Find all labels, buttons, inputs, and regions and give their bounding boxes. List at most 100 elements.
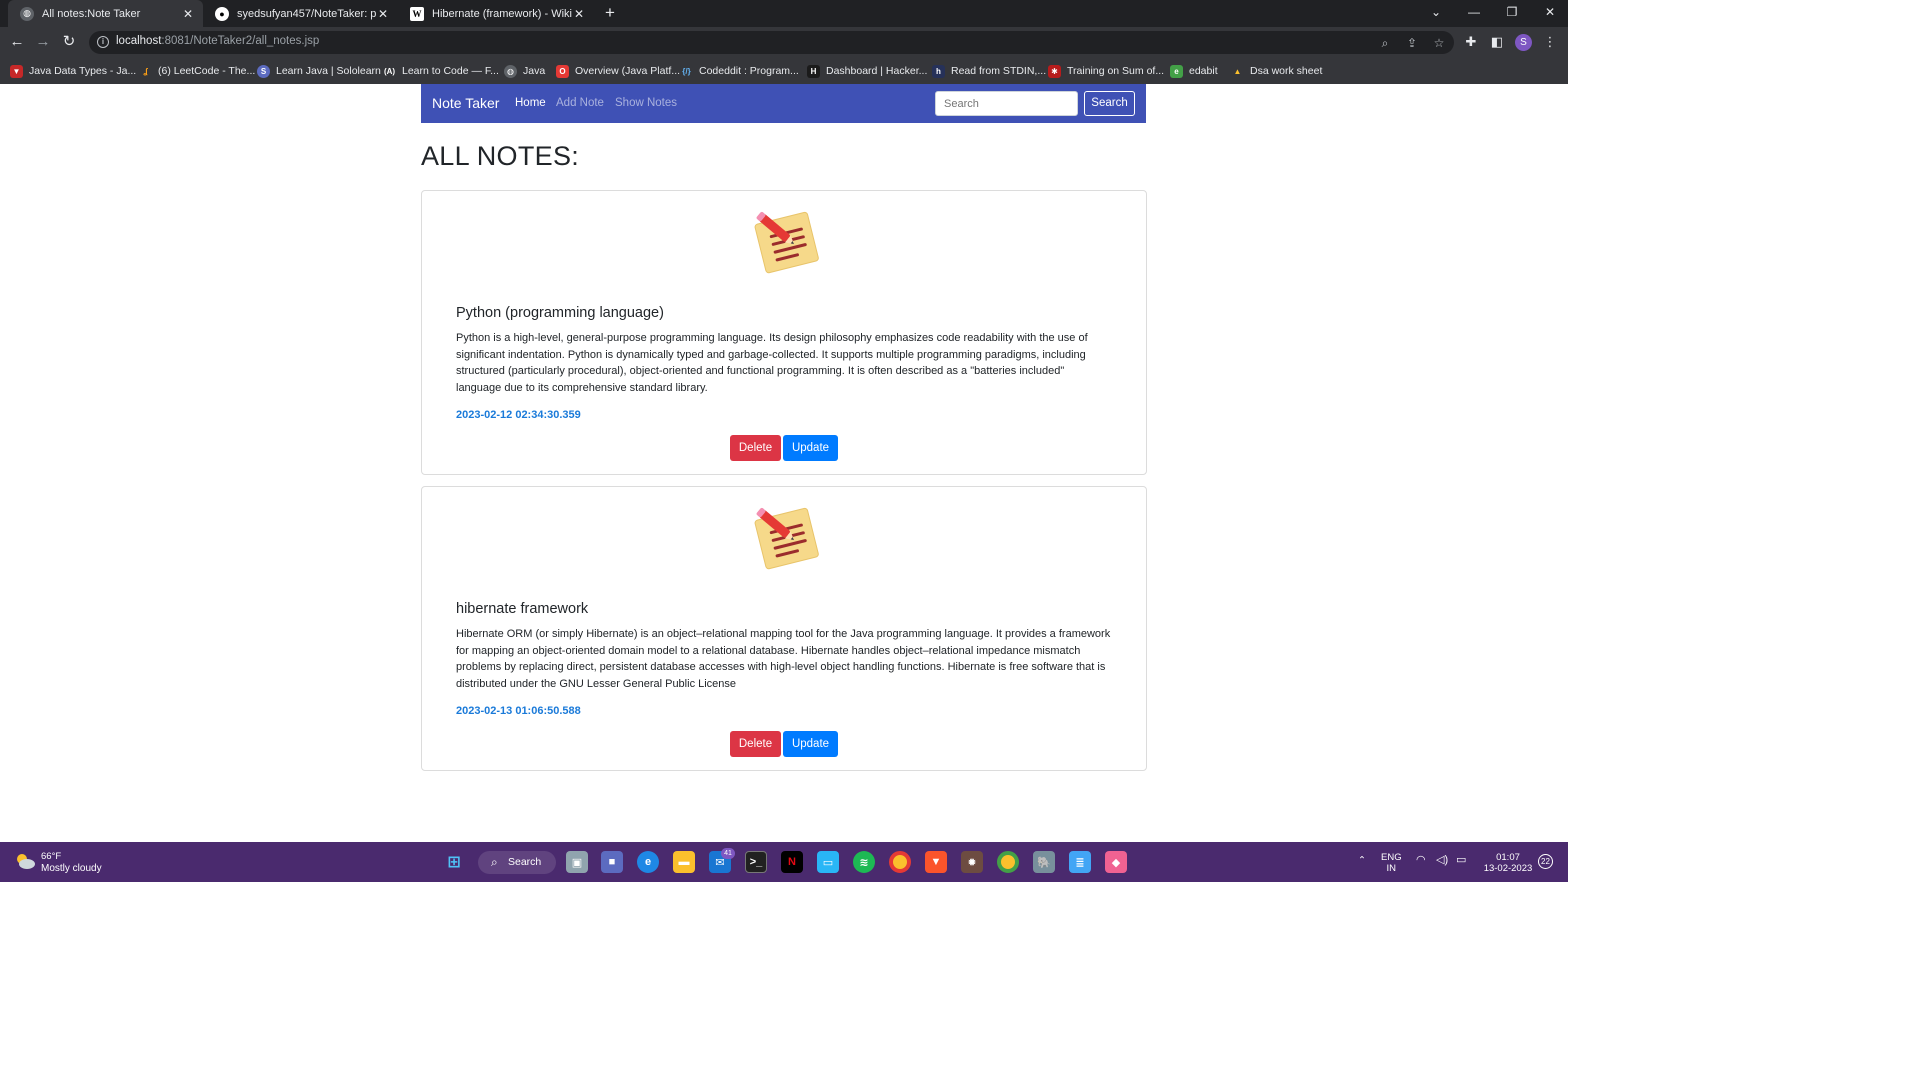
spotify-icon[interactable]: ≋ bbox=[853, 851, 875, 873]
site-info-icon[interactable]: i bbox=[97, 36, 109, 48]
bookmark-item[interactable]: h Read from STDIN,... bbox=[932, 63, 1046, 79]
task-view-icon[interactable]: ▣ bbox=[566, 851, 588, 873]
battery-icon[interactable]: ▭ bbox=[1456, 855, 1466, 866]
bookmark-label: Java bbox=[523, 65, 546, 77]
brave-icon[interactable]: ▼ bbox=[925, 851, 947, 873]
windows-taskbar: 66°F Mostly cloudy ⊞ ⌕ Search ▣ ■ e ▬ ✉ 4… bbox=[0, 842, 1568, 882]
share-icon[interactable]: ⇪ bbox=[1404, 35, 1420, 51]
chrome-icon[interactable] bbox=[889, 851, 911, 873]
clock[interactable]: 01:07 13-02-2023 bbox=[1482, 852, 1534, 874]
delete-button[interactable]: Delete bbox=[730, 435, 781, 461]
freecodecamp-icon: (A) bbox=[383, 64, 396, 78]
bookmark-item[interactable]: S Learn Java | Sololearn bbox=[257, 63, 381, 79]
side-panel-icon[interactable]: ◧ bbox=[1488, 33, 1506, 51]
navbar-brand[interactable]: Note Taker bbox=[432, 95, 499, 111]
wikipedia-icon: W bbox=[410, 6, 424, 21]
bookmark-label: Overview (Java Platf... bbox=[575, 65, 681, 77]
bookmark-item[interactable]: H Dashboard | Hacker... bbox=[807, 63, 927, 79]
globe-icon: ◍ bbox=[20, 6, 34, 21]
search-icon: ⌕ bbox=[491, 855, 498, 869]
netflix-icon[interactable]: N bbox=[781, 851, 803, 873]
url-path: :8081/NoteTaker2/all_notes.jsp bbox=[161, 35, 320, 47]
url-text[interactable]: localhost:8081/NoteTaker2/all_notes.jsp bbox=[116, 35, 319, 47]
bookmark-label: (6) LeetCode - The... bbox=[158, 65, 256, 77]
app-gear-icon[interactable]: ✹ bbox=[961, 851, 983, 873]
volume-icon[interactable]: ◁) bbox=[1436, 855, 1448, 866]
notification-badge[interactable]: 22 bbox=[1538, 854, 1553, 869]
file-explorer-icon[interactable]: ▬ bbox=[673, 851, 695, 873]
search-button[interactable]: Search bbox=[1084, 91, 1135, 116]
leetcode-icon: ʆ bbox=[139, 64, 152, 78]
tab-wikipedia[interactable]: W Hibernate (framework) - Wikiped ✕ bbox=[398, 0, 594, 27]
profile-avatar[interactable]: S bbox=[1515, 34, 1532, 51]
weather-temperature[interactable]: 66°F bbox=[41, 851, 61, 862]
wifi-icon[interactable]: ◠ bbox=[1416, 855, 1426, 866]
bookmark-item[interactable]: ʆ (6) LeetCode - The... bbox=[139, 63, 255, 79]
partly-cloudy-icon[interactable] bbox=[14, 852, 36, 870]
sticky-note-pencil-icon bbox=[754, 211, 819, 274]
weather-description[interactable]: Mostly cloudy bbox=[41, 863, 102, 874]
teams-chat-icon[interactable]: ■ bbox=[601, 851, 623, 873]
zoom-icon[interactable]: ⌕ bbox=[1377, 35, 1393, 51]
tab-search-icon[interactable]: ⌄ bbox=[1417, 0, 1455, 27]
oracle-icon: O bbox=[556, 64, 569, 78]
reload-icon[interactable]: ↻ bbox=[58, 32, 80, 52]
desktop-app-icon[interactable]: ▭ bbox=[817, 851, 839, 873]
chrome-profile-icon[interactable] bbox=[997, 851, 1019, 873]
git-icon[interactable]: ◆ bbox=[1105, 851, 1127, 873]
address-bar[interactable]: i localhost:8081/NoteTaker2/all_notes.js… bbox=[89, 31, 1454, 54]
bookmark-item[interactable]: (A) Learn to Code — F... bbox=[383, 63, 499, 79]
windows-start-icon[interactable]: ⊞ bbox=[443, 851, 465, 873]
language-indicator[interactable]: ENG IN bbox=[1381, 852, 1402, 874]
bookmark-item[interactable]: {/} Codeddit : Program... bbox=[680, 63, 799, 79]
google-drive-icon: ▲ bbox=[1231, 64, 1244, 78]
page-title: ALL NOTES: bbox=[421, 141, 580, 171]
note-card: hibernate framework Hibernate ORM (or si… bbox=[421, 486, 1147, 771]
language-code: ENG bbox=[1381, 852, 1402, 863]
edge-icon[interactable]: e bbox=[637, 851, 659, 873]
bookmark-label: Dsa work sheet bbox=[1250, 65, 1323, 77]
notepad-icon[interactable]: ≣ bbox=[1069, 851, 1091, 873]
restore-icon[interactable]: ❐ bbox=[1493, 0, 1531, 27]
update-button[interactable]: Update bbox=[783, 731, 838, 757]
note-content: Python is a high-level, general-purpose … bbox=[456, 332, 1088, 395]
extensions-icon[interactable]: ✚ bbox=[1462, 33, 1480, 51]
bookmark-item[interactable]: O Overview (Java Platf... bbox=[556, 63, 680, 79]
tab-github[interactable]: ● syedsufyan457/NoteTaker: perfo ✕ bbox=[203, 0, 398, 27]
postgres-icon[interactable]: 🐘 bbox=[1033, 851, 1055, 873]
back-icon[interactable]: ← bbox=[6, 32, 28, 52]
bookmark-item[interactable]: ◍ Java bbox=[504, 63, 545, 79]
bookmark-star-icon[interactable]: ☆ bbox=[1431, 35, 1447, 51]
update-button[interactable]: Update bbox=[783, 435, 838, 461]
note-title: hibernate framework bbox=[456, 601, 589, 617]
close-tab-icon[interactable]: ✕ bbox=[181, 7, 195, 21]
forward-icon[interactable]: → bbox=[32, 32, 54, 52]
close-tab-icon[interactable]: ✕ bbox=[376, 7, 390, 21]
bookmark-item[interactable]: ✱ Training on Sum of... bbox=[1048, 63, 1164, 79]
search-input[interactable] bbox=[935, 91, 1078, 116]
bookmarks-bar: ▼ Java Data Types - Ja... ʆ (6) LeetCode -… bbox=[0, 58, 1568, 84]
bookmark-item[interactable]: ▲ Dsa work sheet bbox=[1231, 63, 1322, 79]
terminal-icon[interactable]: >_ bbox=[745, 851, 767, 873]
edabit-icon: e bbox=[1170, 64, 1183, 78]
nav-link-home[interactable]: Home bbox=[515, 97, 546, 109]
codewars-icon: ✱ bbox=[1048, 64, 1061, 78]
browser-tabstrip: ◍ All notes:Note Taker ✕ ● syedsufyan457… bbox=[0, 0, 1568, 27]
tab-all-notes[interactable]: ◍ All notes:Note Taker ✕ bbox=[8, 0, 203, 27]
bookmark-item[interactable]: ▼ Java Data Types - Ja... bbox=[10, 63, 136, 79]
tab-title: Hibernate (framework) - Wikiped bbox=[432, 7, 572, 20]
note-card: Python (programming language) Python is … bbox=[421, 190, 1147, 475]
taskbar-search[interactable]: ⌕ Search bbox=[478, 851, 556, 874]
menu-kebab-icon[interactable]: ⋮ bbox=[1541, 33, 1559, 51]
nav-link-add-note[interactable]: Add Note bbox=[556, 97, 604, 109]
bookmark-item[interactable]: e edabit bbox=[1170, 63, 1218, 79]
nav-link-show-notes[interactable]: Show Notes bbox=[615, 97, 677, 109]
bookmark-label: edabit bbox=[1189, 65, 1218, 77]
minimize-icon[interactable]: — bbox=[1455, 0, 1493, 27]
show-hidden-icons-icon[interactable]: ⌃ bbox=[1358, 855, 1366, 866]
url-host: localhost bbox=[116, 35, 162, 47]
delete-button[interactable]: Delete bbox=[730, 731, 781, 757]
close-tab-icon[interactable]: ✕ bbox=[572, 7, 586, 21]
new-tab-icon[interactable]: + bbox=[598, 3, 622, 24]
close-window-icon[interactable]: ✕ bbox=[1531, 0, 1569, 27]
